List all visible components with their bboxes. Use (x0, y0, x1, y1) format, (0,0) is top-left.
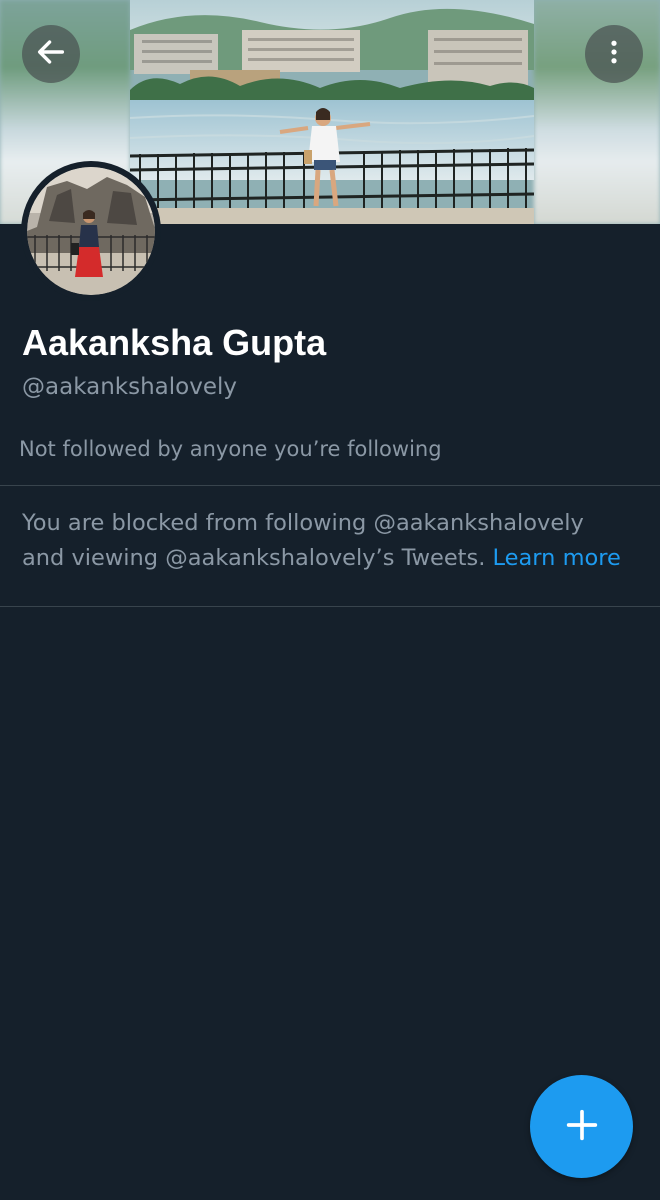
blocked-notice: You are blocked from following @aakanksh… (22, 506, 642, 576)
arrow-left-icon (34, 35, 68, 73)
divider (0, 606, 660, 607)
learn-more-link[interactable]: Learn more (493, 545, 621, 571)
followers-you-know-note[interactable]: Not followed by anyone you’re following (19, 437, 442, 461)
display-name: Aakanksha Gupta (22, 322, 327, 363)
banner-photo (130, 0, 534, 224)
profile-handle: @aakankshalovely (22, 374, 237, 400)
divider (0, 485, 660, 486)
more-options-button[interactable] (585, 25, 643, 83)
blocked-notice-text: and viewing @aakankshalovely’s Tweets. (22, 545, 486, 571)
plus-icon (562, 1105, 602, 1149)
avatar[interactable] (21, 161, 161, 301)
back-button[interactable] (22, 25, 80, 83)
compose-tweet-button[interactable] (530, 1075, 633, 1178)
blocked-notice-line-2: and viewing @aakankshalovely’s Tweets. L… (22, 541, 642, 576)
blocked-notice-line-1: You are blocked from following @aakanksh… (22, 510, 584, 536)
vertical-ellipsis-icon (599, 37, 629, 71)
